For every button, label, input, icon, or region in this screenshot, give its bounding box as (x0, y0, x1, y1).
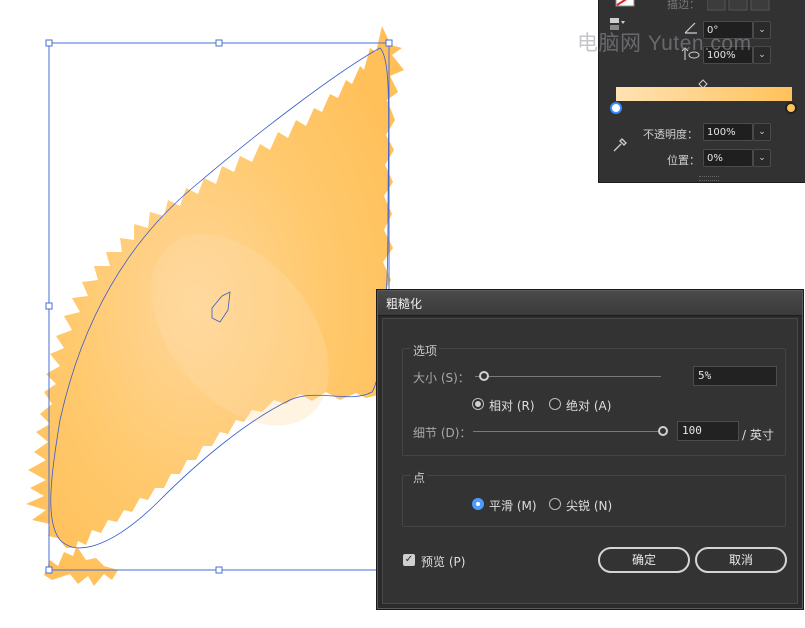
location-label: 位置： (667, 154, 700, 167)
detail-unit-label: / 英寸 (742, 428, 774, 442)
roughen-dialog: 粗糙化 选项 大小 (S)： 5% 相对 (R) 绝对 (A) 细节 (D)： … (377, 290, 803, 609)
preview-checkbox[interactable]: ✓ (403, 554, 415, 566)
size-input[interactable]: 5% (693, 366, 777, 386)
size-slider-track[interactable] (475, 376, 661, 377)
dialog-title: 粗糙化 (386, 297, 423, 311)
gradient-stop-start[interactable] (610, 102, 622, 114)
size-label: 大小 (S)： (413, 371, 470, 385)
points-group-title: 点 (411, 469, 428, 486)
corner-radio[interactable] (549, 498, 561, 510)
panel-resize-grip[interactable] (699, 176, 719, 181)
options-group-title: 选项 (411, 342, 440, 359)
stroke-align-icons[interactable] (707, 0, 773, 12)
location-field[interactable]: 0% (703, 149, 753, 167)
detail-input[interactable]: 100 (677, 421, 739, 441)
relative-label[interactable]: 相对 (R) (489, 397, 535, 414)
angle-dropdown[interactable]: ⌄ (753, 21, 771, 39)
absolute-label[interactable]: 绝对 (A) (566, 397, 611, 414)
eyedropper-icon[interactable] (611, 136, 629, 154)
fill-stroke-icon[interactable] (615, 0, 637, 8)
dialog-titlebar[interactable]: 粗糙化 (378, 291, 802, 316)
dialog-body: 选项 大小 (S)： 5% 相对 (R) 绝对 (A) 细节 (D)： 100 … (382, 318, 798, 604)
opacity-label: 不透明度： (643, 128, 698, 141)
ok-button[interactable]: 确定 (598, 547, 690, 573)
opacity-dropdown[interactable]: ⌄ (753, 123, 771, 141)
corner-label[interactable]: 尖锐 (N) (566, 497, 612, 514)
absolute-radio[interactable] (549, 398, 561, 410)
aspect-ratio-dropdown[interactable]: ⌄ (753, 46, 771, 64)
detail-label: 细节 (D)： (413, 426, 472, 440)
preview-label[interactable]: 预览 (P) (421, 553, 465, 570)
opacity-field[interactable]: 100% (703, 123, 753, 141)
stroke-label: 描边： (667, 0, 700, 11)
detail-slider-track[interactable] (473, 431, 663, 432)
smooth-label[interactable]: 平滑 (M) (489, 497, 537, 514)
smooth-radio[interactable] (472, 498, 484, 510)
location-dropdown[interactable]: ⌄ (753, 149, 771, 167)
gradient-slider-bar[interactable] (616, 87, 792, 101)
cancel-button[interactable]: 取消 (695, 547, 787, 573)
detail-slider-knob[interactable] (658, 426, 668, 436)
gradient-stop-end[interactable] (785, 102, 797, 114)
relative-radio[interactable] (472, 398, 484, 410)
watermark: 电脑网 Yuten.com (577, 32, 752, 55)
